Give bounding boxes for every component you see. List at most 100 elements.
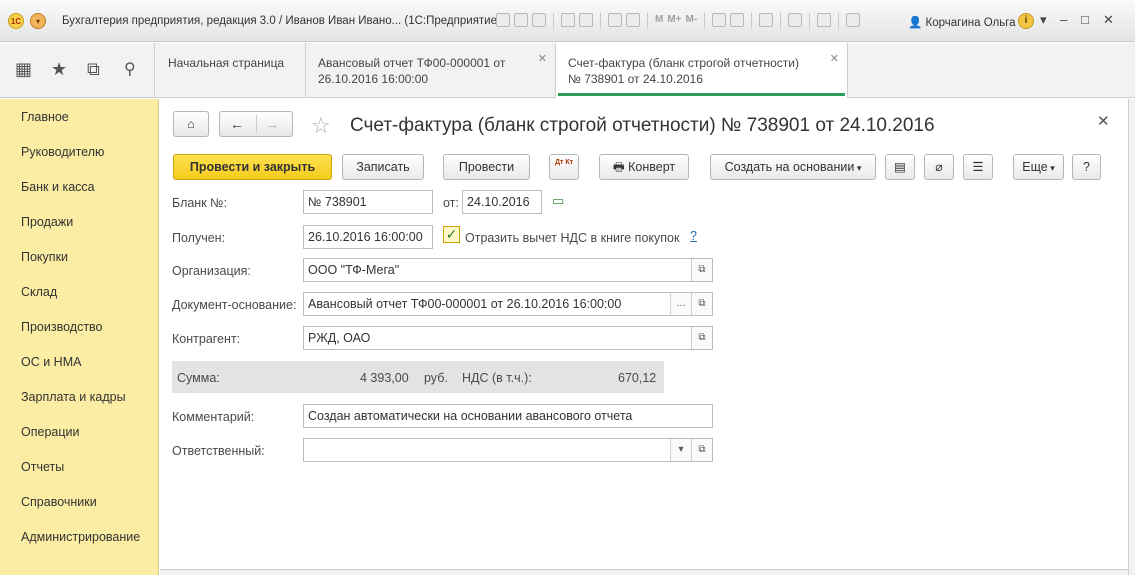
favorites-star-icon[interactable]: ★	[51, 59, 67, 80]
currency-label: руб.	[424, 371, 448, 385]
comment-input[interactable]: Создан автоматически на основании авансо…	[303, 404, 713, 428]
search-icon[interactable]: ⚲	[124, 59, 136, 79]
chevron-down-icon[interactable]: ▾	[670, 439, 691, 461]
sum-value: 4 393,00	[360, 371, 409, 385]
date-from-label: от:	[443, 196, 459, 210]
minimize-icon[interactable]: –	[1060, 12, 1067, 27]
document-icon: ▤	[894, 160, 906, 174]
preview-icon[interactable]	[532, 13, 546, 27]
close-form-icon[interactable]: ✕	[1097, 112, 1110, 130]
top-navigation: ▦ ★ ⧉ ⚲ Начальная страница Авансовый отч…	[0, 43, 1135, 98]
post-button[interactable]: Провести	[443, 154, 530, 180]
favorite-star-icon[interactable]: ☆	[311, 113, 331, 139]
calculator-icon[interactable]	[608, 13, 622, 27]
vat-deduction-checkbox[interactable]: ✓	[443, 226, 460, 243]
blank-number-input[interactable]: № 738901	[303, 190, 433, 214]
envelope-button[interactable]: 🖶 Конверт	[599, 154, 689, 180]
sidebar-item-reports[interactable]: Отчеты	[21, 460, 64, 474]
open-folder-icon[interactable]	[730, 13, 745, 27]
home-button[interactable]: ⌂	[173, 111, 209, 137]
page-title: Счет-фактура (бланк строгой отчетности) …	[350, 115, 935, 136]
close-window-icon[interactable]: ✕	[1103, 12, 1114, 28]
main-menu-icon[interactable]: ▾	[30, 13, 46, 29]
calendar-icon[interactable]: ▭	[552, 193, 564, 209]
sidebar-item-warehouse[interactable]: Склад	[21, 285, 57, 299]
sidebar-item-manager[interactable]: Руководителю	[21, 145, 104, 159]
back-arrow-icon[interactable]	[759, 13, 774, 27]
user-icon: 👤	[908, 17, 926, 29]
vat-value: 670,12	[618, 371, 657, 385]
received-date-input[interactable]: 26.10.2016 16:00:00	[303, 225, 433, 249]
help-button[interactable]: ?	[1072, 154, 1101, 180]
favorites-icon[interactable]	[561, 13, 575, 27]
sidebar-item-administration[interactable]: Администрирование	[21, 530, 140, 544]
responsible-input[interactable]: ▾ ⧉	[303, 438, 713, 462]
calendar-icon[interactable]	[626, 13, 640, 27]
maximize-icon[interactable]: □	[1081, 12, 1089, 27]
close-icon[interactable]: ✕	[538, 51, 547, 67]
print-icon[interactable]	[514, 13, 528, 27]
sidebar-item-production[interactable]: Производство	[21, 320, 103, 334]
tab-invoice[interactable]: Счет-фактура (бланк строгой отчетности) …	[556, 43, 848, 98]
vat-deduction-label: Отразить вычет НДС в книге покупок	[465, 231, 680, 245]
memory-minus-button[interactable]: M-	[686, 13, 698, 29]
open-icon[interactable]: ⧉	[691, 327, 712, 349]
counterparty-label: Контрагент:	[172, 332, 241, 346]
history-icon[interactable]	[579, 13, 593, 27]
organization-input[interactable]: ООО "ТФ-Мега" ⧉	[303, 258, 713, 282]
document-icon-button[interactable]: ▤	[885, 154, 915, 180]
help-link[interactable]: ?	[690, 229, 697, 243]
tab-home[interactable]: Начальная страница	[156, 43, 306, 98]
dtkt-button[interactable]: Дт Кт	[549, 154, 579, 180]
open-icon[interactable]: ⧉	[691, 439, 712, 461]
tab-advance-report[interactable]: Авансовый отчет ТФ00-000001 от 26.10.201…	[306, 43, 556, 98]
sections-sidebar: Главное Руководителю Банк и касса Продаж…	[0, 99, 159, 575]
printer-icon: 🖶	[612, 160, 629, 174]
memory-m-button[interactable]: M	[655, 13, 663, 29]
sidebar-item-main[interactable]: Главное	[21, 110, 69, 124]
basis-document-label: Документ-основание:	[172, 298, 297, 312]
paperclip-icon: ⌀	[935, 160, 943, 174]
sidebar-item-operations[interactable]: Операции	[21, 425, 79, 439]
save-button[interactable]: Записать	[342, 154, 424, 180]
sections-grid-icon[interactable]: ▦	[15, 59, 32, 80]
sidebar-item-bank[interactable]: Банк и касса	[21, 180, 95, 194]
sidebar-item-payroll[interactable]: Зарплата и кадры	[21, 390, 126, 404]
app-logo-icon: 1C	[8, 13, 24, 29]
memory-plus-button[interactable]: M+	[667, 13, 681, 29]
new-doc-icon[interactable]	[712, 13, 727, 27]
post-and-close-button[interactable]: Провести и закрыть	[173, 154, 332, 180]
chevron-down-icon[interactable]: ▾	[1040, 12, 1047, 28]
sidebar-item-sales[interactable]: Продажи	[21, 215, 73, 229]
current-user[interactable]: 👤 Корчагина Ольга	[908, 15, 1016, 29]
chevron-down-icon: ▾	[854, 163, 862, 173]
open-icon[interactable]: ⧉	[691, 259, 712, 281]
save-icon[interactable]	[496, 13, 510, 27]
back-arrow-icon[interactable]: ←	[230, 112, 244, 136]
responsible-label: Ответственный:	[172, 444, 265, 458]
sidebar-item-purchases[interactable]: Покупки	[21, 250, 68, 264]
search-icon[interactable]	[788, 13, 803, 27]
counterparty-input[interactable]: РЖД, ОАО ⧉	[303, 326, 713, 350]
received-label: Получен:	[172, 231, 226, 245]
close-icon[interactable]: ✕	[830, 51, 839, 67]
date-input[interactable]: 24.10.2016	[462, 190, 542, 214]
tools-icon[interactable]	[846, 13, 861, 27]
panels-icon[interactable]	[817, 13, 832, 27]
totals-bar: Сумма: 4 393,00 руб. НДС (в т.ч.): 670,1…	[172, 361, 664, 393]
open-icon[interactable]: ⧉	[691, 293, 712, 315]
info-icon[interactable]: i	[1018, 13, 1034, 29]
basis-document-input[interactable]: Авансовый отчет ТФ00-000001 от 26.10.201…	[303, 292, 713, 316]
history-icon[interactable]: ⧉	[87, 59, 100, 80]
attachment-button[interactable]: ⌀	[924, 154, 954, 180]
select-ellipsis-icon[interactable]: …	[670, 293, 691, 315]
more-button[interactable]: Еще ▾	[1013, 154, 1064, 180]
sum-label: Сумма:	[177, 371, 220, 385]
sidebar-item-directories[interactable]: Справочники	[21, 495, 97, 509]
sidebar-item-fixed-assets[interactable]: ОС и НМА	[21, 355, 81, 369]
create-based-on-button[interactable]: Создать на основании ▾	[710, 154, 876, 180]
dtkt-icon: Дт Кт	[554, 159, 574, 166]
report-button[interactable]: ☰	[963, 154, 993, 180]
window-title: Бухгалтерия предприятия, редакция 3.0 / …	[62, 15, 501, 27]
forward-arrow-icon[interactable]: →	[265, 112, 279, 136]
